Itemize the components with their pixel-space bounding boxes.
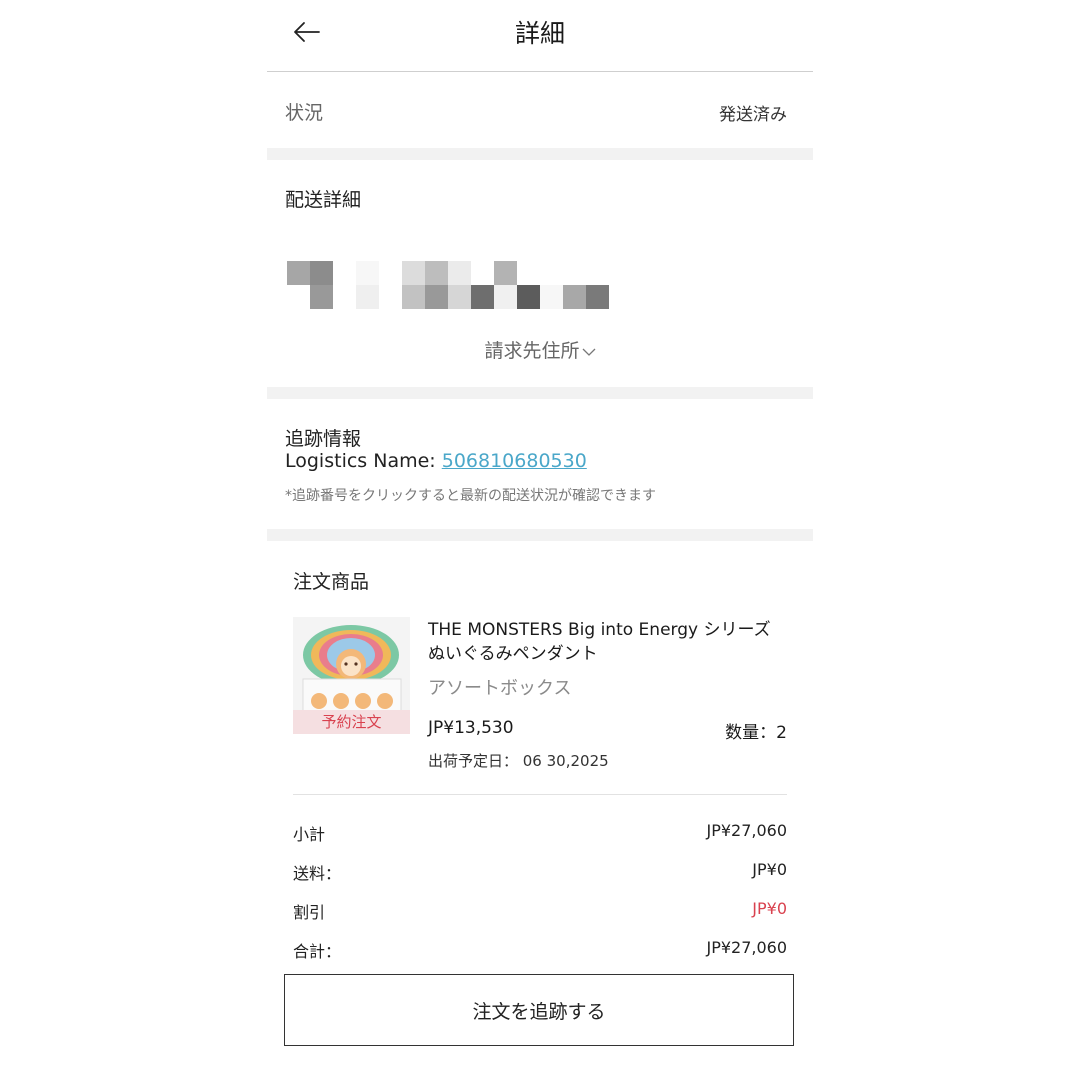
billing-address-label: 請求先住所 — [484, 340, 580, 362]
total-value: JP¥27,060 — [706, 938, 787, 957]
product-thumbnail[interactable]: 予約注文 — [293, 617, 410, 734]
product-variant: アソートボックス — [428, 678, 572, 699]
discount-value: JP¥0 — [752, 899, 787, 918]
section-separator — [267, 148, 813, 160]
estimated-ship-date: 出荷予定日： 06 30,2025 — [428, 752, 609, 770]
status-label: 状況 — [285, 102, 324, 124]
section-separator — [267, 529, 813, 541]
order-detail-screen: 詳細 状況 発送済み 配送詳細 請求先住所 追跡情報 Logistics Nam… — [267, 0, 813, 1080]
redacted-address-mosaic — [287, 261, 609, 309]
status-row: 状況 発送済み — [267, 72, 813, 148]
chevron-down-icon — [582, 348, 595, 356]
subtotal-label: 小計 — [293, 825, 326, 844]
track-order-button[interactable]: 注文を追跡する — [284, 974, 794, 1046]
tracking-note: *追跡番号をクリックすると最新の配送状況が確認できます — [285, 488, 656, 504]
billing-address-toggle[interactable]: 請求先住所 — [267, 336, 813, 363]
subtotal-value: JP¥27,060 — [706, 821, 787, 840]
tracking-number-link[interactable]: 506810680530 — [442, 450, 587, 472]
product-quantity: 数量：2 — [725, 723, 787, 743]
section-separator — [267, 387, 813, 399]
product-price: JP¥13,530 — [428, 718, 514, 738]
discount-label: 割引 — [293, 903, 326, 922]
shipping-details-title: 配送詳細 — [285, 189, 362, 211]
logistics-row: Logistics Name: 506810680530 — [285, 450, 587, 472]
logistics-label: Logistics Name: — [285, 450, 442, 472]
shipping-fee-label: 送料： — [293, 864, 342, 883]
product-name[interactable]: THE MONSTERS Big into Energy シリーズ ぬいぐるみペ… — [428, 618, 788, 666]
total-label: 合計： — [293, 942, 342, 961]
top-bar: 詳細 — [267, 0, 813, 72]
preorder-badge: 予約注文 — [293, 710, 410, 734]
ordered-items-title: 注文商品 — [293, 571, 370, 593]
summary-divider — [293, 794, 787, 795]
status-value: 発送済み — [719, 105, 787, 125]
page-title: 詳細 — [514, 19, 565, 48]
shipping-fee-value: JP¥0 — [752, 860, 787, 879]
tracking-info-title: 追跡情報 — [285, 428, 362, 450]
